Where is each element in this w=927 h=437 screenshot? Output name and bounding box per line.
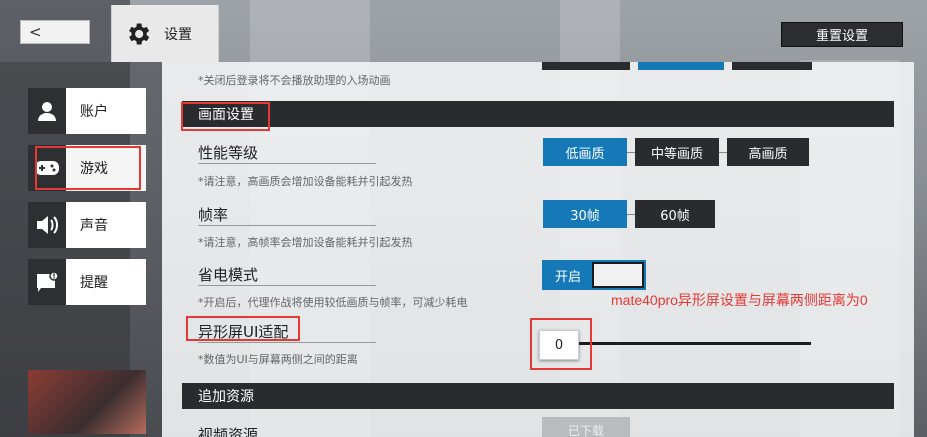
entrance-animation-note: *关闭后登录将不会播放助理的入场动画 [198,74,391,87]
speaker-icon [28,202,66,248]
user-icon [28,88,66,134]
toggle-on-label: 开启 [544,262,592,288]
power-saving-label: 省电模式 [198,266,259,284]
framerate-option-30[interactable]: 30帧 [543,200,627,228]
character-art-image [28,370,146,434]
framerate-note: *请注意，高帧率会增加设备能耗并引起发热 [198,236,413,249]
previous-option-button-selected [638,62,724,70]
divider [719,151,727,153]
divider [198,163,376,164]
quality-selector: 低画质 中等画质 高画质 [543,138,809,166]
divider [627,151,635,153]
tab-settings: 设置 [111,5,219,62]
sidebar-item-account[interactable]: 账户 [28,88,146,134]
display-section-header: 画面设置 [182,101,894,127]
settings-panel: *关闭后登录将不会播放助理的入场动画 画面设置 性能等级 *请注意，高画质会增加… [162,62,914,437]
power-saving-note: *开启后，代理作战将使用较低画质与帧率，可减少耗电 [198,296,468,309]
divider [198,225,376,226]
framerate-option-60[interactable]: 60帧 [635,200,715,228]
power-saving-toggle[interactable]: 开启 [542,260,646,290]
framerate-selector: 30帧 60帧 [543,200,715,228]
top-bar: < 设置 重置设置 [0,0,927,62]
back-button[interactable]: < [20,20,90,44]
sidebar-item-label: 声音 [80,218,108,234]
gear-icon [129,23,150,44]
sidebar-item-label: 账户 [80,104,108,120]
notch-fit-slider-track[interactable] [579,342,811,345]
annotation-box-notch-value [530,318,592,370]
sidebar-item-label: 提醒 [80,275,108,291]
settings-tab-label: 设置 [164,26,192,43]
framerate-label: 帧率 [198,206,229,224]
sidebar-item-sound[interactable]: 声音 [28,202,146,248]
category-sidebar: 账户 游戏 声音 提醒 [0,62,162,437]
video-resource-label: 视频资源 [198,426,259,437]
annotation-box-notch-label [186,316,300,341]
divider [198,342,376,343]
quality-option-low[interactable]: 低画质 [543,138,627,166]
divider [627,213,635,215]
divider [198,285,376,286]
annotation-text: mate40pro异形屏设置与屏幕两侧距离为0 [611,292,868,308]
resources-section-header: 追加资源 [182,383,894,409]
annotation-box-display-settings [181,102,270,131]
sidebar-item-reminder[interactable]: 提醒 [28,259,146,305]
reset-settings-button[interactable]: 重置设置 [781,22,903,47]
quality-label: 性能等级 [198,144,259,162]
quality-option-high[interactable]: 高画质 [727,138,809,166]
previous-option-button [542,62,630,70]
previous-option-button [732,62,812,70]
quality-option-medium[interactable]: 中等画质 [635,138,719,166]
notch-fit-note: *数值为UI与屏幕两侧之间的距离 [198,353,358,366]
toggle-knob [594,264,642,286]
annotation-box-game-tab [35,146,141,190]
back-arrow-icon: < [29,23,42,41]
downloaded-button: 已下载 [542,417,630,437]
section-title: 追加资源 [198,389,254,405]
notification-icon [28,259,66,305]
quality-note: *请注意，高画质会增加设备能耗并引起发热 [198,175,413,188]
